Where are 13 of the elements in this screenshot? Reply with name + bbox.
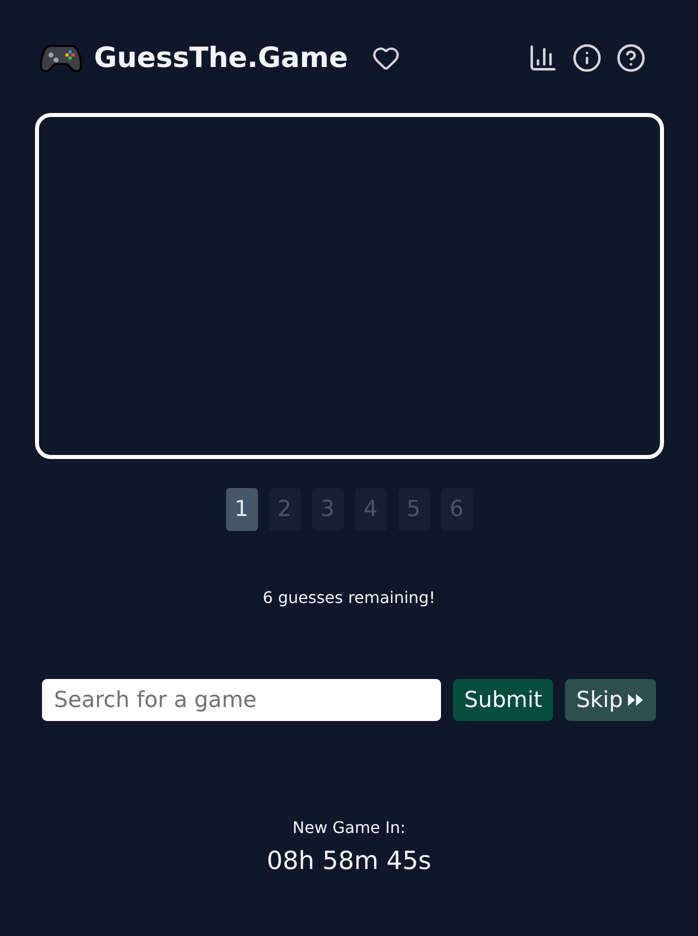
countdown-timer: 08h 58m 45s xyxy=(266,845,432,877)
guess-tab[interactable]: 1 xyxy=(226,488,258,531)
search-field[interactable]: Search for a game xyxy=(42,679,442,721)
submit-button[interactable]: Submit xyxy=(453,679,554,721)
site-title: GuessThe.Game xyxy=(94,40,348,76)
info-icon[interactable] xyxy=(572,43,602,73)
help-icon[interactable] xyxy=(616,43,646,73)
gamepad-icon xyxy=(40,42,82,74)
countdown-label: New Game In: xyxy=(292,817,406,839)
skip-button[interactable]: Skip xyxy=(565,679,656,721)
guesses-remaining-text: 6 guesses remaining! xyxy=(262,587,436,609)
stats-icon[interactable] xyxy=(528,43,558,73)
fast-forward-icon xyxy=(627,693,645,707)
